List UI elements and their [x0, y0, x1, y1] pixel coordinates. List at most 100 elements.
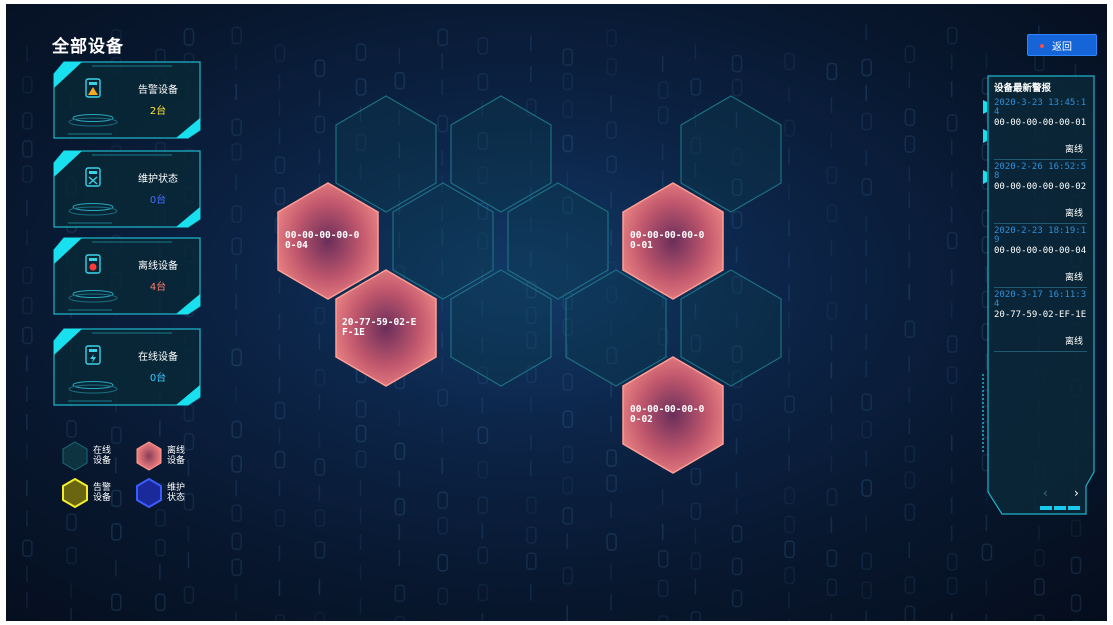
binary-glyph — [826, 549, 838, 568]
binary-glyph — [526, 526, 537, 544]
binary-glyph — [314, 541, 326, 559]
binary-glyph — [731, 525, 743, 543]
legend-label: 在线设备 — [93, 446, 112, 466]
alert-date: 2020-2-23 18:19:19 — [994, 226, 1087, 245]
binary-glyph — [437, 553, 449, 572]
stat-card-warning[interactable]: 告警设备 2台 — [52, 60, 202, 140]
alert-item[interactable]: 2020-3-23 13:45:14 00-00-00-00-00-01 离线 — [994, 96, 1087, 160]
binary-glyph — [231, 558, 242, 577]
legend-offline: 离线设备 — [136, 441, 187, 471]
alert-item[interactable]: 2020-2-26 16:52:58 00-00-00-00-00-02 离线 — [994, 160, 1087, 224]
binary-glyph — [1034, 549, 1045, 567]
binary-glyph — [904, 445, 916, 463]
binary-glyph — [690, 502, 702, 521]
binary-glyph — [314, 59, 326, 78]
binary-glyph — [1034, 614, 1045, 621]
binary-glyph — [904, 108, 916, 127]
binary-glyph — [526, 496, 537, 515]
binary-glyph — [946, 114, 958, 132]
legend-hex-icon — [62, 478, 88, 508]
binary-glyph — [861, 420, 872, 439]
binary-glyph — [437, 28, 449, 47]
binary-glyph — [904, 135, 916, 153]
binary-glyph — [231, 118, 242, 137]
binary-glyph — [231, 237, 242, 256]
next-page-button[interactable]: › — [1074, 486, 1079, 500]
hex-device-id: 00-00-00-00-00-01 — [630, 230, 705, 251]
binary-glyph — [111, 523, 122, 541]
empty-hex-slot — [680, 269, 782, 387]
binary-glyph — [784, 52, 795, 71]
binary-glyph — [904, 576, 916, 594]
binary-glyph — [562, 566, 574, 585]
binary-glyph — [231, 348, 242, 367]
binary-glyph — [861, 58, 872, 77]
binary-glyph — [231, 143, 242, 161]
binary-glyph — [606, 533, 617, 551]
stat-card-offline[interactable]: 离线设备 4台 — [52, 236, 202, 316]
binary-glyph — [155, 593, 166, 612]
binary-glyph — [826, 204, 838, 222]
binary-glyph — [437, 587, 449, 606]
binary-glyph — [274, 44, 286, 62]
alert-device: 00-00-00-00-00-04 — [994, 246, 1087, 256]
stat-card-online[interactable]: 在线设备 0台 — [52, 327, 202, 407]
alert-status: 离线 — [1064, 273, 1083, 283]
binary-glyph — [861, 552, 872, 570]
binary-glyph — [22, 75, 33, 94]
legend-hex-icon — [136, 441, 162, 471]
binary-glyph — [826, 166, 838, 185]
panel-title: 设备最新警报 — [994, 83, 1052, 94]
binary-glyph — [861, 581, 872, 600]
binary-glyph — [826, 301, 838, 320]
device-hex-grid — [277, 95, 782, 474]
binary-glyph — [1070, 556, 1082, 575]
binary-glyph — [477, 583, 489, 602]
legend-label: 告警设备 — [93, 483, 112, 503]
binary-glyph — [477, 73, 489, 91]
legend-warning: 告警设备 — [62, 478, 113, 508]
binary-glyph — [183, 586, 195, 604]
card-pedestal-icon — [68, 203, 118, 216]
binary-glyph — [231, 455, 242, 473]
binary-glyph — [861, 479, 872, 497]
alert-item[interactable]: 2020-3-17 16:11:34 20-77-59-02-EF-1E 离线 — [994, 288, 1087, 352]
stat-count: 2台 — [149, 106, 167, 117]
binary-glyph — [826, 62, 838, 81]
binary-glyph — [22, 112, 33, 130]
binary-glyph — [22, 296, 33, 315]
binary-glyph — [231, 205, 242, 223]
binary-glyph — [394, 497, 406, 516]
binary-glyph — [437, 491, 449, 510]
binary-glyph — [784, 566, 795, 585]
binary-glyph — [562, 72, 574, 91]
binary-glyph — [904, 503, 916, 522]
binary-glyph — [183, 404, 195, 422]
binary-glyph — [477, 496, 489, 514]
page-title: 全部设备 — [52, 37, 124, 57]
binary-glyph — [231, 420, 242, 439]
card-frame — [53, 61, 201, 139]
binary-glyph — [946, 366, 958, 384]
prev-page-button[interactable]: ‹ — [1043, 486, 1048, 500]
binary-glyph — [437, 516, 449, 535]
stat-card-maintenance[interactable]: 维护状态 0台 — [52, 149, 202, 229]
binary-glyph — [731, 589, 743, 608]
alert-item[interactable]: 2020-2-23 18:19:19 00-00-00-00-00-04 离线 — [994, 224, 1087, 288]
card-pedestal-icon — [68, 114, 118, 127]
alert-date: 2020-3-23 13:45:14 — [994, 98, 1087, 117]
binary-glyph — [477, 36, 489, 55]
binary-glyph — [183, 28, 195, 46]
card-pedestal-icon — [68, 381, 118, 394]
alert-device: 00-00-00-00-00-02 — [994, 182, 1087, 192]
back-button[interactable]: 返回 — [1027, 34, 1097, 56]
alert-status: 离线 — [1064, 209, 1083, 219]
binary-glyph — [784, 515, 795, 534]
binary-glyph — [526, 552, 537, 570]
binary-glyph — [657, 550, 669, 568]
empty-hex-slot — [565, 269, 667, 387]
binary-glyph — [1034, 53, 1045, 72]
binary-glyph — [1070, 519, 1082, 538]
binary-glyph — [355, 43, 367, 62]
warning-device-icon — [85, 78, 101, 98]
